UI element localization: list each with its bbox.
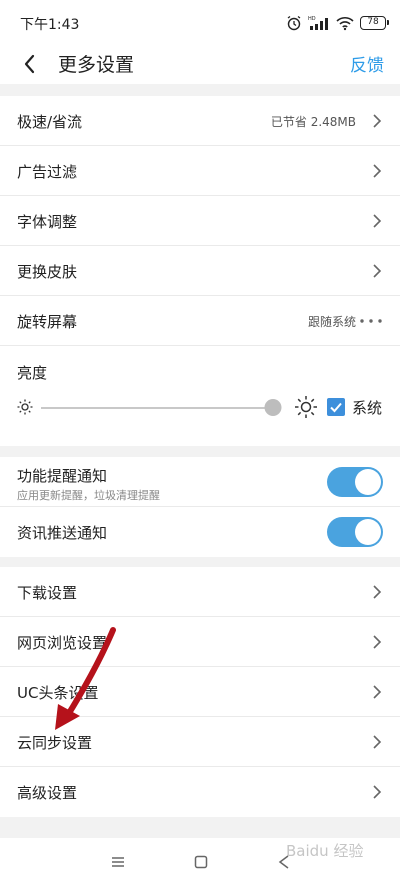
chevron-right-icon xyxy=(373,264,382,278)
saved-data-value: 已节省 2.48MB xyxy=(270,115,356,129)
chevron-right-icon xyxy=(373,585,382,599)
settings-row-advanced[interactable]: 高级设置 xyxy=(0,767,400,817)
page-title: 更多设置 xyxy=(58,54,135,76)
battery-icon: 78 xyxy=(360,16,389,30)
settings-row-uc-headlines[interactable]: UC头条设置 xyxy=(0,667,400,717)
row-label: 极速/省流 xyxy=(17,113,83,131)
settings-row-download[interactable]: 下载设置 xyxy=(0,567,400,617)
status-bar: 下午1:43 HD 78 xyxy=(0,0,400,44)
chevron-right-icon xyxy=(373,114,382,128)
brightness-title: 亮度 xyxy=(17,364,48,382)
system-brightness-label: 系统 xyxy=(352,399,383,417)
brightness-slider-track[interactable] xyxy=(41,407,273,409)
system-brightness-checkbox[interactable] xyxy=(327,398,345,416)
chevron-right-icon xyxy=(373,735,382,749)
settings-group-general: 极速/省流 已节省 2.48MB 广告过滤 字体调整 更换皮肤 旋转屏幕 跟随系… xyxy=(0,96,400,446)
more-dots-icon[interactable] xyxy=(360,319,382,323)
row-label: 更换皮肤 xyxy=(17,263,78,281)
settings-row-news-push: 资讯推送通知 xyxy=(0,507,400,557)
checkmark-icon xyxy=(330,402,342,413)
toggle-knob xyxy=(355,519,381,545)
settings-group-advanced: 下载设置 网页浏览设置 UC头条设置 云同步设置 高级设置 xyxy=(0,567,400,817)
settings-row-skin[interactable]: 更换皮肤 xyxy=(0,246,400,296)
feedback-link[interactable]: 反馈 xyxy=(350,51,384,76)
row-label: 云同步设置 xyxy=(17,734,93,752)
row-label: 功能提醒通知 xyxy=(17,467,108,485)
settings-row-speed-saving[interactable]: 极速/省流 已节省 2.48MB xyxy=(0,96,400,146)
row-label: 网页浏览设置 xyxy=(17,634,108,652)
row-label: 字体调整 xyxy=(17,213,78,231)
news-push-toggle[interactable] xyxy=(327,517,383,547)
chevron-right-icon xyxy=(373,164,382,178)
row-label: 旋转屏幕 xyxy=(17,313,78,331)
status-icons: HD 78 xyxy=(286,14,389,32)
settings-row-ad-filter[interactable]: 广告过滤 xyxy=(0,146,400,196)
brightness-low-icon xyxy=(17,399,33,415)
settings-row-brightness: 亮度 系统 xyxy=(0,346,400,446)
chevron-right-icon xyxy=(373,214,382,228)
chevron-right-icon xyxy=(373,785,382,799)
row-label: 高级设置 xyxy=(17,784,78,802)
hd-signal-icon: HD xyxy=(308,16,328,30)
menu-icon[interactable] xyxy=(111,855,125,869)
alarm-icon xyxy=(287,15,301,31)
settings-row-browsing[interactable]: 网页浏览设置 xyxy=(0,617,400,667)
feature-notify-toggle[interactable] xyxy=(327,467,383,497)
row-label: 资讯推送通知 xyxy=(17,524,108,542)
svg-text:HD: HD xyxy=(308,16,316,22)
row-sublabel: 应用更新提醒，垃圾清理提醒 xyxy=(17,489,160,502)
rotate-value: 跟随系统 xyxy=(307,315,356,329)
status-time: 下午1:43 xyxy=(20,17,80,33)
row-label: 广告过滤 xyxy=(17,163,78,181)
back-arrow-icon[interactable] xyxy=(18,50,42,78)
toggle-knob xyxy=(355,469,381,495)
settings-group-notifications: 功能提醒通知 应用更新提醒，垃圾清理提醒 资讯推送通知 xyxy=(0,457,400,557)
settings-row-cloud-sync[interactable]: 云同步设置 xyxy=(0,717,400,767)
settings-row-feature-notify: 功能提醒通知 应用更新提醒，垃圾清理提醒 xyxy=(0,457,400,507)
brightness-high-icon xyxy=(295,396,317,418)
chevron-right-icon xyxy=(373,635,382,649)
settings-row-font-size[interactable]: 字体调整 xyxy=(0,196,400,246)
wifi-icon xyxy=(336,17,354,31)
row-label: UC头条设置 xyxy=(17,684,99,702)
baidu-watermark: Baidu 经验 xyxy=(286,842,364,860)
chevron-right-icon xyxy=(373,685,382,699)
brightness-slider-thumb[interactable] xyxy=(264,399,282,416)
settings-row-rotate-screen[interactable]: 旋转屏幕 跟随系统 xyxy=(0,296,400,346)
home-square-icon[interactable] xyxy=(194,855,208,869)
app-header: 更多设置 反馈 xyxy=(0,44,400,84)
row-label: 下载设置 xyxy=(17,584,78,602)
